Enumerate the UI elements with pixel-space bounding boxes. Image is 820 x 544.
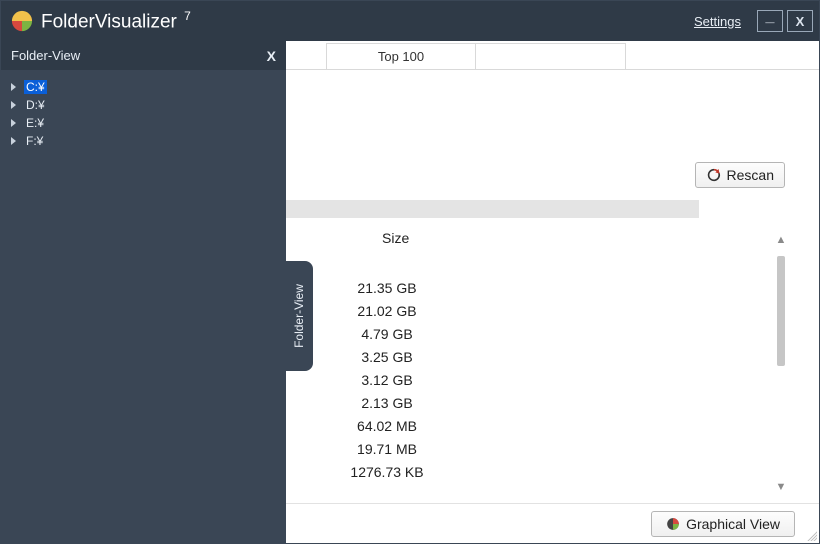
list-row[interactable]: 64.02 MB: [302, 414, 793, 437]
app-title-text: FolderVisualizer: [41, 11, 177, 32]
tabs: Top 100: [286, 41, 819, 70]
folder-view-side-tab[interactable]: Folder-View: [285, 261, 313, 371]
folder-view-side-tab-label: Folder-View: [292, 284, 306, 348]
size-cell: 4.79 GB: [302, 326, 472, 342]
app-version: 7: [184, 9, 191, 23]
folder-tree: C:¥ D:¥ E:¥ F:¥: [1, 70, 286, 158]
graphical-view-label: Graphical View: [686, 516, 780, 532]
list-row[interactable]: 4.79 GB: [302, 322, 793, 345]
titlebar: FolderVisualizer 7 Settings _ X: [1, 1, 819, 41]
expand-caret-icon[interactable]: [11, 119, 16, 127]
scrollbar[interactable]: ▲ ▼: [773, 232, 789, 495]
tree-item-label: E:¥: [24, 116, 46, 130]
scroll-thumb[interactable]: [777, 256, 785, 366]
scroll-up-icon[interactable]: ▲: [773, 232, 789, 248]
scroll-track[interactable]: [776, 248, 786, 479]
sidebar: Folder-View X C:¥ D:¥ E:¥ F:¥: [1, 41, 286, 543]
size-cell: 64.02 MB: [302, 418, 472, 434]
sidebar-close-button[interactable]: X: [267, 48, 276, 64]
size-cell: 21.35 GB: [302, 280, 472, 296]
column-header-size[interactable]: Size: [302, 224, 793, 252]
main-panel: Top 100 Rescan Size 21.35: [286, 41, 819, 543]
refresh-icon: [706, 167, 722, 183]
close-button[interactable]: X: [787, 10, 813, 32]
app-window: FolderVisualizer 7 Settings _ X Folder-V…: [0, 0, 820, 544]
tree-item-drive[interactable]: E:¥: [7, 114, 280, 132]
tree-item-label: D:¥: [24, 98, 47, 112]
app-title: FolderVisualizer 7: [41, 9, 191, 33]
size-cell: 21.02 GB: [302, 303, 472, 319]
tree-item-drive[interactable]: D:¥: [7, 96, 280, 114]
list-row[interactable]: 3.12 GB: [302, 368, 793, 391]
upper-region: Rescan: [286, 70, 819, 200]
footer: Graphical View: [286, 503, 819, 543]
sidebar-title: Folder-View: [11, 48, 80, 63]
tab-top-100[interactable]: Top 100: [326, 43, 476, 69]
rescan-button[interactable]: Rescan: [695, 162, 785, 188]
minimize-button[interactable]: _: [757, 10, 783, 32]
app-logo-icon: [11, 10, 33, 32]
list-row[interactable]: 21.02 GB: [302, 299, 793, 322]
tab-blank[interactable]: [476, 43, 626, 69]
list-area: Size 21.35 GB 21.02 GB 4.79 GB 3.25 GB 3.12 …: [286, 218, 819, 503]
separator-bar: [286, 200, 699, 218]
tree-item-drive[interactable]: C:¥: [7, 78, 280, 96]
size-cell: 3.25 GB: [302, 349, 472, 365]
size-cell: 2.13 GB: [302, 395, 472, 411]
resize-grip[interactable]: [805, 529, 817, 541]
expand-caret-icon[interactable]: [11, 101, 16, 109]
list-row[interactable]: 21.35 GB: [302, 276, 793, 299]
sidebar-header: Folder-View X: [1, 41, 286, 70]
tree-item-label: C:¥: [24, 80, 47, 94]
list-row[interactable]: 3.25 GB: [302, 345, 793, 368]
list-row[interactable]: 2.13 GB: [302, 391, 793, 414]
size-cell: 3.12 GB: [302, 372, 472, 388]
pie-chart-icon: [666, 517, 680, 531]
size-cell: 19.71 MB: [302, 441, 472, 457]
scroll-down-icon[interactable]: ▼: [773, 479, 789, 495]
graphical-view-button[interactable]: Graphical View: [651, 511, 795, 537]
size-cell: 1276.73 KB: [302, 464, 472, 480]
list-rows: 21.35 GB 21.02 GB 4.79 GB 3.25 GB 3.12 GB 2.1…: [302, 252, 793, 499]
rescan-label: Rescan: [727, 167, 774, 183]
expand-caret-icon[interactable]: [11, 83, 16, 91]
settings-link[interactable]: Settings: [694, 14, 741, 29]
tree-item-label: F:¥: [24, 134, 45, 148]
expand-caret-icon[interactable]: [11, 137, 16, 145]
app-body: Folder-View X C:¥ D:¥ E:¥ F:¥ Top 100: [1, 41, 819, 543]
tree-item-drive[interactable]: F:¥: [7, 132, 280, 150]
list-row[interactable]: 1276.73 KB: [302, 460, 793, 483]
list-row[interactable]: 19.71 MB: [302, 437, 793, 460]
